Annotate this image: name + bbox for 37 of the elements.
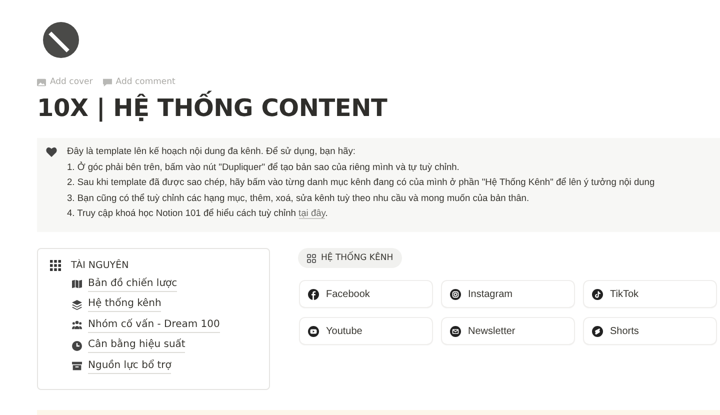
channel-icon (450, 288, 461, 300)
channel-card[interactable]: Newsletter (442, 318, 574, 344)
layers-icon (72, 300, 82, 310)
resource-link[interactable]: Cân bằng hiệu suất (72, 335, 186, 356)
channel-icon (450, 326, 461, 337)
archive-icon (72, 361, 82, 372)
channel-icon (308, 288, 319, 300)
channel-card[interactable]: Shorts (584, 318, 716, 344)
channel-icon (308, 326, 319, 337)
notion-course-link[interactable]: tại đây (298, 208, 326, 220)
instruction-step: 4. Truy cập khoá học Notion 101 để hiểu cách tuỳ chỉnh tại đây. (67, 206, 655, 222)
channels-tag: HỆ THỐNG KÊNH (298, 248, 402, 268)
clock-icon (72, 340, 82, 351)
comment-icon (102, 78, 112, 86)
resource-link[interactable]: Nguồn lực bổ trợ (72, 356, 172, 376)
heart-icon (46, 147, 57, 157)
resources-heading: TÀI NGUYÊN (71, 260, 129, 271)
resource-link[interactable]: Nhóm cố vấn - Dream 100 (72, 314, 220, 336)
channel-card[interactable]: TikTok (584, 281, 716, 308)
image-icon (37, 78, 46, 86)
instruction-step: 1. Ở góc phải bên trên, bấm vào nút "Dupliquer" để tạo bản sao của riêng mình và tự tuỳ chỉnh. (67, 160, 655, 176)
grid-icon (307, 254, 316, 263)
instruction-step: 2. Sau khi template đã được sao chép, hãy bấm vào từng danh mục kênh đang có của mình ở phần "Hệ Thống Kênh" để lên ý tưởng nội dung (67, 175, 655, 191)
channel-card[interactable]: Facebook (300, 281, 432, 308)
channel-card[interactable]: Instagram (442, 281, 574, 308)
callout-text: Đây là template lên kế hoạch nội dung đa kênh. Để sử dụng, bạn hãy: (67, 145, 356, 158)
resource-link[interactable]: Bản đồ chiến lược (72, 274, 178, 294)
channel-icon (592, 288, 603, 300)
people-icon (72, 320, 82, 330)
page-title: 10X | HỆ THỐNG CONTENT (37, 92, 720, 124)
channel-icon (592, 326, 603, 337)
page-icon[interactable] (41, 20, 81, 60)
instruction-step: 3. Bạn cũng có thể tuỳ chỉnh các hạng mục, thêm, xoá, sửa kênh tuỳ theo nhu cầu và mong muốn của bản thân. (67, 190, 655, 206)
channel-card[interactable]: Youtube (300, 318, 432, 344)
map-icon (72, 279, 82, 290)
grid-icon (50, 260, 61, 271)
resource-link[interactable]: Hệ thống kênh (72, 294, 162, 315)
